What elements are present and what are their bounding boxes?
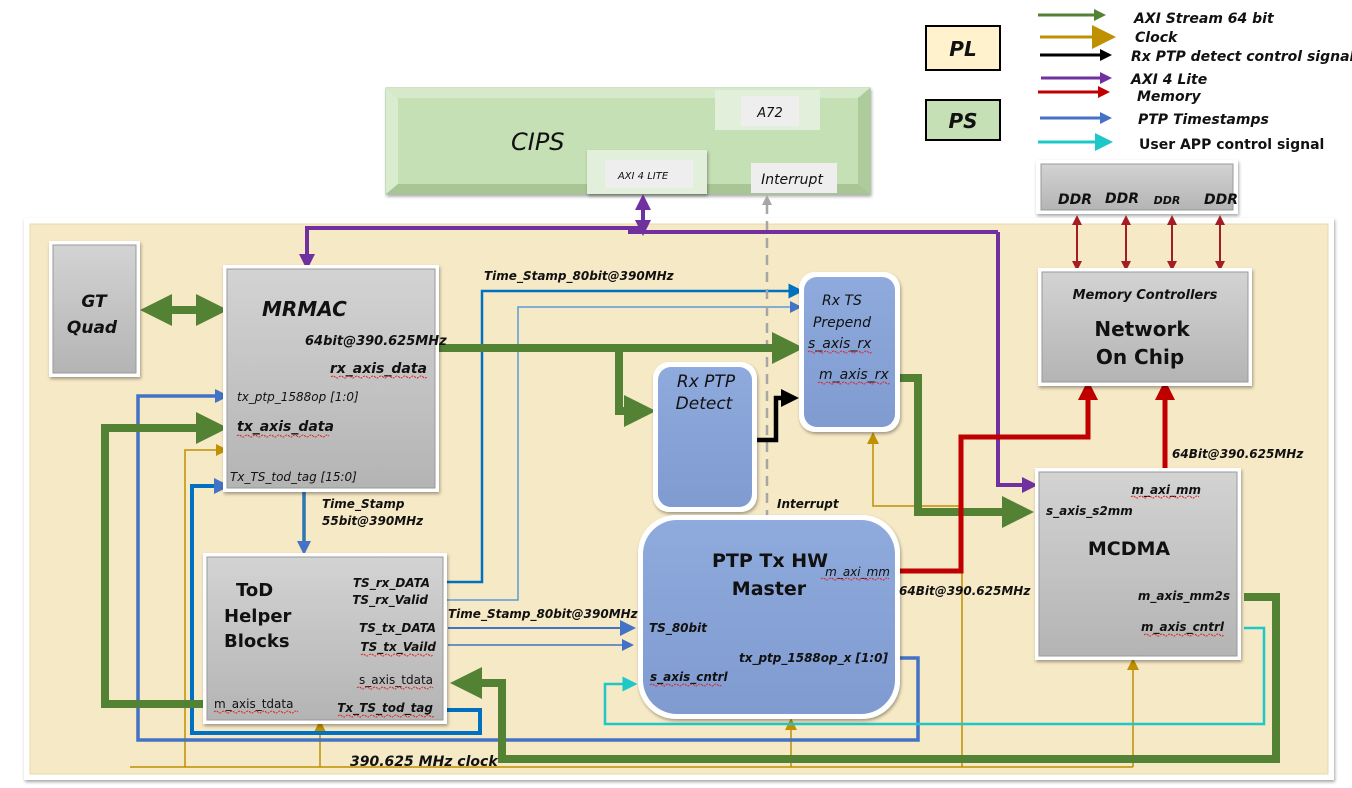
legend-label: AXI 4 Lite (1130, 72, 1207, 88)
timestamp55-label: Time_Stamp (322, 497, 405, 512)
timestamp80-label-top: Time_Stamp_80bit@390MHz (484, 269, 675, 284)
tod-title: ToD (236, 580, 273, 601)
axi4lite-label: AXI 4 LITE (617, 171, 669, 182)
ptp-tx-title: Master (732, 578, 807, 600)
legend-ps-box: PS (925, 99, 1001, 141)
rx-ts-m-axis-rx: m_axis_rx (819, 367, 889, 383)
ptp-tx-hw-master-block: PTP Tx HW Master m_axi_mm TS_80bit tx_pt… (638, 515, 900, 719)
mrmac-block: MRMAC 64bit@390.625MHz rx_axis_data tx_p… (223, 265, 447, 492)
gt-quad-label: Quad (67, 318, 118, 338)
mcdma-block: m_axi_mm s_axis_s2mm MCDMA m_axis_mm2s m… (1035, 468, 1241, 660)
ptp-tx-m-axi-mm: m_axi_mm (825, 565, 890, 579)
ps-label: PS (948, 109, 977, 133)
legend-item-user-app: User APP control signal (1038, 133, 1324, 153)
ptp-system-diagram: AXI Stream 64 bit Clock Rx PTP detect co… (24, 9, 1352, 780)
mrmac-tx-ts-tod-tag: Tx_TS_tod_tag [15:0] (230, 470, 357, 484)
gt-quad-block: GT Quad (49, 241, 140, 377)
ddr-label: DDR (1105, 191, 1139, 207)
mrmac-tx-ptp: tx_ptp_1588op [1:0] (237, 390, 359, 404)
timestamp55-label: 55bit@390MHz (322, 514, 424, 528)
legend-label: Clock (1135, 30, 1179, 46)
tod-tx-ts-tod-tag: Tx_TS_tod_tag (337, 701, 433, 716)
legend-label: PTP Timestamps (1138, 112, 1269, 128)
legend-item-memory: Memory (1038, 86, 1202, 105)
rx-ts-s-axis-rx: s_axis_rx (808, 336, 872, 352)
ptp-tx-title: PTP Tx HW (712, 550, 828, 572)
rx-ptp-detect-title: Detect (676, 394, 734, 414)
cips-title: CIPS (511, 128, 565, 156)
mem-rate-mcdma-label: 64Bit@390.625MHz (1172, 447, 1304, 461)
tod-ts-tx-valid: TS_tx_Vaild (360, 640, 436, 655)
mcdma-m-axis-mm2s: m_axis_mm2s (1138, 589, 1230, 604)
interrupt-label: Interrupt (761, 172, 823, 188)
mrmac-title: MRMAC (262, 297, 347, 321)
tod-s-axis-tdata: s_axis_tdata (359, 673, 433, 687)
legend-item-axi4lite: AXI 4 Lite (1041, 72, 1207, 88)
noc-title: On Chip (1096, 345, 1184, 369)
a72-label: A72 (756, 106, 782, 121)
ptp-tx-s-axis-cntrl: s_axis_cntrl (650, 670, 729, 685)
mcdma-m-axis-cntrl: m_axis_cntrl (1141, 620, 1225, 635)
legend-item-rx-ptp: Rx PTP detect control signal (1040, 49, 1352, 65)
legend: AXI Stream 64 bit Clock Rx PTP detect co… (925, 9, 1352, 153)
tod-m-axis-tdata: m_axis_tdata (214, 697, 293, 711)
legend-label: Rx PTP detect control signal (1131, 49, 1352, 65)
mrmac-rx-axis-data: rx_axis_data (330, 361, 427, 377)
legend-label: Memory (1137, 89, 1202, 105)
rx-ts-prepend-title: Rx TS (822, 293, 862, 309)
tod-title: Helper (224, 606, 292, 627)
mcdma-s-axis-s2mm: s_axis_s2mm (1046, 504, 1133, 519)
ddr-label: DDR (1204, 192, 1238, 208)
ptp-tx-tx-ptp: tx_ptp_1588op_x [1:0] (739, 651, 889, 666)
legend-label: User APP control signal (1139, 137, 1324, 153)
ptp-tx-ts-80bit: TS_80bit (649, 621, 708, 636)
tod-title: Blocks (224, 631, 290, 652)
timestamp80-label-bottom: Time_Stamp_80bit@390MHz (448, 607, 639, 622)
mem-rate-ptp-label: 64Bit@390.625MHz (899, 584, 1031, 598)
legend-item-axi-stream: AXI Stream 64 bit (1038, 9, 1275, 27)
rx-ts-prepend-block: Rx TS Prepend s_axis_rx m_axis_rx (799, 272, 900, 432)
cips-block: CIPS A72 AXI 4 LITE Interrupt (385, 87, 871, 195)
rx-ts-prepend-title: Prepend (813, 315, 871, 331)
gt-quad-label: GT (81, 292, 108, 312)
tod-helper-block: ToD Helper Blocks TS_rx_DATA TS_rx_Valid… (203, 553, 447, 724)
legend-label: AXI Stream 64 bit (1133, 11, 1275, 27)
ddr-label: DDR (1058, 192, 1092, 208)
noc-subtitle: Memory Controllers (1073, 288, 1218, 303)
pl-label: PL (949, 37, 976, 61)
tod-ts-rx-valid: TS_rx_Valid (352, 593, 428, 608)
tod-ts-rx-data: TS_rx_DATA (353, 576, 430, 591)
noc-title: Network (1094, 317, 1190, 341)
rx-ptp-detect-block: Rx PTP Detect (653, 362, 757, 512)
legend-item-clock: Clock (1040, 25, 1179, 49)
mrmac-rate: 64bit@390.625MHz (305, 334, 447, 349)
rx-ptp-detect-title: Rx PTP (677, 372, 736, 392)
mrmac-tx-axis-data: tx_axis_data (237, 419, 334, 435)
ddr-block: DDR DDR DDR DDR (1036, 160, 1238, 214)
mcdma-title: MCDMA (1088, 538, 1171, 560)
legend-item-ptp-ts: PTP Timestamps (1040, 112, 1269, 128)
interrupt-signal-label: Interrupt (777, 497, 840, 511)
noc-block: Memory Controllers Network On Chip (1038, 268, 1252, 386)
legend-pl-box: PL (925, 25, 1001, 71)
ddr-label: DDR (1154, 194, 1181, 207)
tod-ts-tx-data: TS_tx_DATA (359, 621, 436, 636)
clock-label: 390.625 MHz clock (350, 754, 499, 770)
